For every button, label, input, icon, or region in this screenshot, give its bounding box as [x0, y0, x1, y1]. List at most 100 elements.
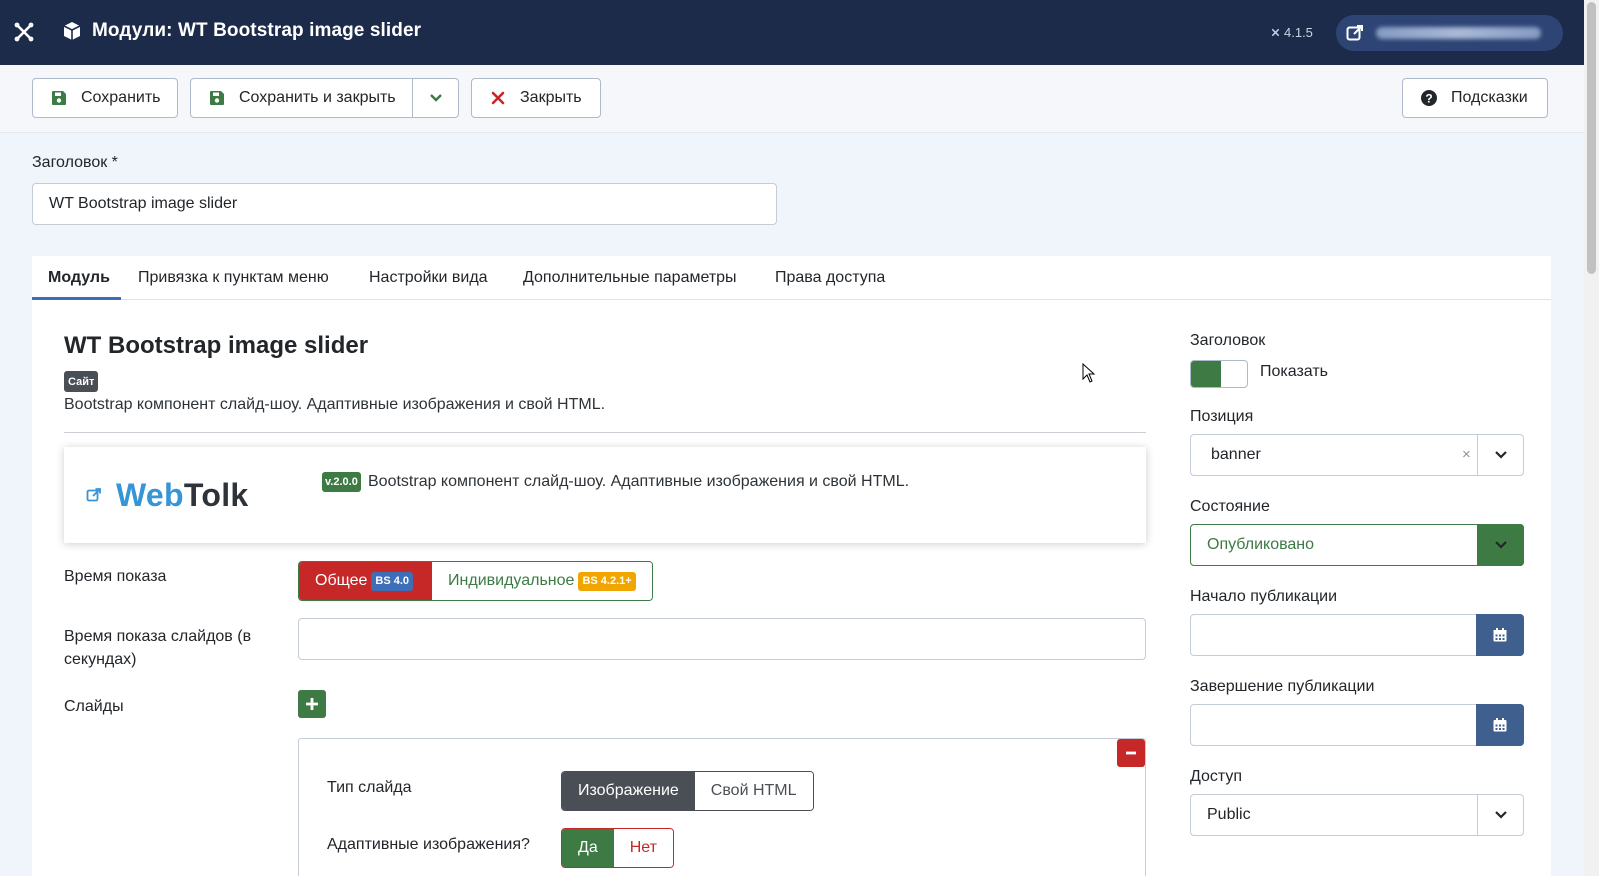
logo-web-text: Web	[116, 477, 184, 513]
slide-type-image-label: Изображение	[578, 782, 679, 799]
tab-view-settings[interactable]: Настройки вида	[369, 269, 488, 287]
question-circle-icon: ?	[1421, 90, 1437, 106]
tab-advanced[interactable]: Дополнительные параметры	[523, 269, 737, 287]
active-tab-indicator	[32, 297, 121, 300]
remove-slide-button[interactable]	[1117, 739, 1145, 767]
slide-type-html-label: Свой HTML	[710, 782, 797, 799]
help-button[interactable]: ? Подсказки	[1402, 78, 1548, 118]
title-input-value: WT Bootstrap image slider	[49, 195, 238, 212]
page-scrollbar[interactable]	[1584, 0, 1599, 876]
module-edit-card: Модуль Привязка к пунктам меню Настройки…	[32, 256, 1551, 876]
close-button[interactable]: Закрыть	[471, 78, 601, 118]
toggle-on-state	[1191, 361, 1221, 387]
slide-type-switcher: Изображение Свой HTML	[561, 771, 814, 811]
external-link-icon[interactable]	[86, 487, 102, 503]
svg-text:?: ?	[1425, 92, 1432, 106]
calendar-icon	[1493, 628, 1507, 642]
title-field-label: Заголовок *	[32, 154, 118, 171]
interval-seconds-label: Время показа слайдов (в секундах)	[64, 625, 251, 671]
slide-type-label: Тип слайда	[327, 779, 412, 796]
top-header-bar: Модули: WT Bootstrap image slider 4.1.5	[0, 0, 1584, 65]
publish-up-calendar-button[interactable]	[1476, 614, 1524, 656]
version-badge: v.2.0.0	[322, 472, 361, 492]
joomla-version: 4.1.5	[1270, 25, 1313, 40]
show-title-label: Заголовок	[1190, 332, 1266, 349]
state-dropdown-toggle[interactable]	[1477, 524, 1524, 566]
adaptive-images-switcher: Да Нет	[561, 828, 674, 868]
page-title: Модули: WT Bootstrap image slider	[92, 20, 422, 41]
save-options-dropdown-button[interactable]	[412, 78, 459, 118]
chevron-down-icon	[1494, 451, 1507, 459]
chevron-down-icon	[1494, 811, 1507, 819]
joomla-small-icon	[1271, 28, 1280, 37]
slide-item: Тип слайда Изображение Свой HTML Адаптив…	[298, 738, 1146, 876]
position-dropdown-toggle[interactable]	[1477, 435, 1523, 475]
adaptive-yes-label: Да	[578, 839, 598, 856]
interval-individual-label: Индивидуальное	[448, 572, 575, 589]
access-dropdown-toggle[interactable]	[1477, 795, 1523, 835]
save-close-label: Сохранить и закрыть	[239, 89, 396, 106]
add-slide-button[interactable]	[298, 690, 326, 718]
slide-type-html-option[interactable]: Свой HTML	[694, 772, 813, 810]
site-name-blurred	[1376, 27, 1541, 39]
minus-icon	[1126, 751, 1136, 755]
close-icon	[490, 90, 506, 106]
scrollbar-thumb[interactable]	[1587, 2, 1596, 274]
chevron-down-icon	[1494, 541, 1507, 549]
interval-common-option[interactable]: Общее BS 4.0	[299, 562, 433, 600]
publish-down-label: Завершение публикации	[1190, 678, 1375, 695]
publish-down-input[interactable]	[1190, 704, 1524, 746]
interval-type-label: Время показа	[64, 568, 167, 585]
clear-position-icon[interactable]: ×	[1462, 446, 1471, 463]
access-label: Доступ	[1190, 768, 1243, 785]
close-label: Закрыть	[520, 89, 582, 106]
tab-permissions[interactable]: Права доступа	[775, 269, 885, 287]
slides-label: Слайды	[64, 698, 124, 715]
site-link-button[interactable]	[1336, 15, 1563, 51]
access-value: Public	[1207, 806, 1251, 823]
interval-type-switcher: Общее BS 4.0 Индивидуальное BS 4.2.1+	[298, 561, 653, 601]
adaptive-images-label: Адаптивные изображения?	[327, 836, 530, 853]
webtolk-description: Bootstrap компонент слайд-шоу. Адаптивны…	[368, 473, 910, 490]
joomla-logo-icon[interactable]	[12, 20, 36, 44]
interval-individual-option[interactable]: Индивидуальное BS 4.2.1+	[432, 562, 652, 600]
position-value: banner	[1211, 446, 1261, 463]
save-label: Сохранить	[81, 89, 161, 106]
version-text: 4.1.5	[1284, 25, 1313, 40]
state-select[interactable]: Опубликовано	[1190, 524, 1524, 566]
position-select[interactable]: banner ×	[1190, 434, 1524, 476]
state-value: Опубликовано	[1207, 536, 1315, 553]
position-label: Позиция	[1190, 408, 1254, 425]
show-title-toggle-label: Показать	[1260, 363, 1329, 380]
adaptive-no-label: Нет	[629, 839, 657, 856]
tab-menu-assignment[interactable]: Привязка к пунктам меню	[138, 269, 329, 287]
title-input[interactable]: WT Bootstrap image slider	[32, 183, 777, 225]
show-title-toggle[interactable]	[1190, 360, 1248, 388]
publish-down-calendar-button[interactable]	[1476, 704, 1524, 746]
module-name: WT Bootstrap image slider	[64, 332, 369, 359]
webtolk-logo[interactable]: WebTolk	[116, 477, 248, 514]
cube-icon	[62, 21, 82, 41]
bs4-badge: BS 4.0	[371, 571, 414, 591]
tab-module[interactable]: Модуль	[48, 269, 110, 287]
divider	[64, 432, 1146, 433]
plus-icon	[306, 698, 318, 710]
client-badge: Сайт	[64, 371, 99, 392]
help-label: Подсказки	[1451, 89, 1528, 106]
webtolk-info-box: WebTolk v.2.0.0 Bootstrap компонент слай…	[64, 447, 1146, 543]
adaptive-yes-option[interactable]: Да	[562, 829, 614, 867]
floppy-disk-icon	[209, 90, 225, 106]
slide-type-image-option[interactable]: Изображение	[562, 772, 695, 810]
interval-seconds-input[interactable]	[298, 618, 1146, 660]
interval-seconds-label-line2: секундах)	[64, 651, 137, 668]
publish-up-input[interactable]	[1190, 614, 1524, 656]
module-description: Bootstrap компонент слайд-шоу. Адаптивны…	[64, 396, 606, 413]
floppy-disk-icon	[51, 90, 67, 106]
interval-common-label: Общее	[315, 572, 368, 589]
adaptive-no-option[interactable]: Нет	[613, 829, 673, 867]
access-select[interactable]: Public	[1190, 794, 1524, 836]
save-and-close-button[interactable]: Сохранить и закрыть	[190, 78, 413, 118]
mouse-cursor-icon	[1082, 363, 1096, 383]
save-button[interactable]: Сохранить	[32, 78, 178, 118]
interval-seconds-label-line1: Время показа слайдов (в	[64, 628, 252, 645]
